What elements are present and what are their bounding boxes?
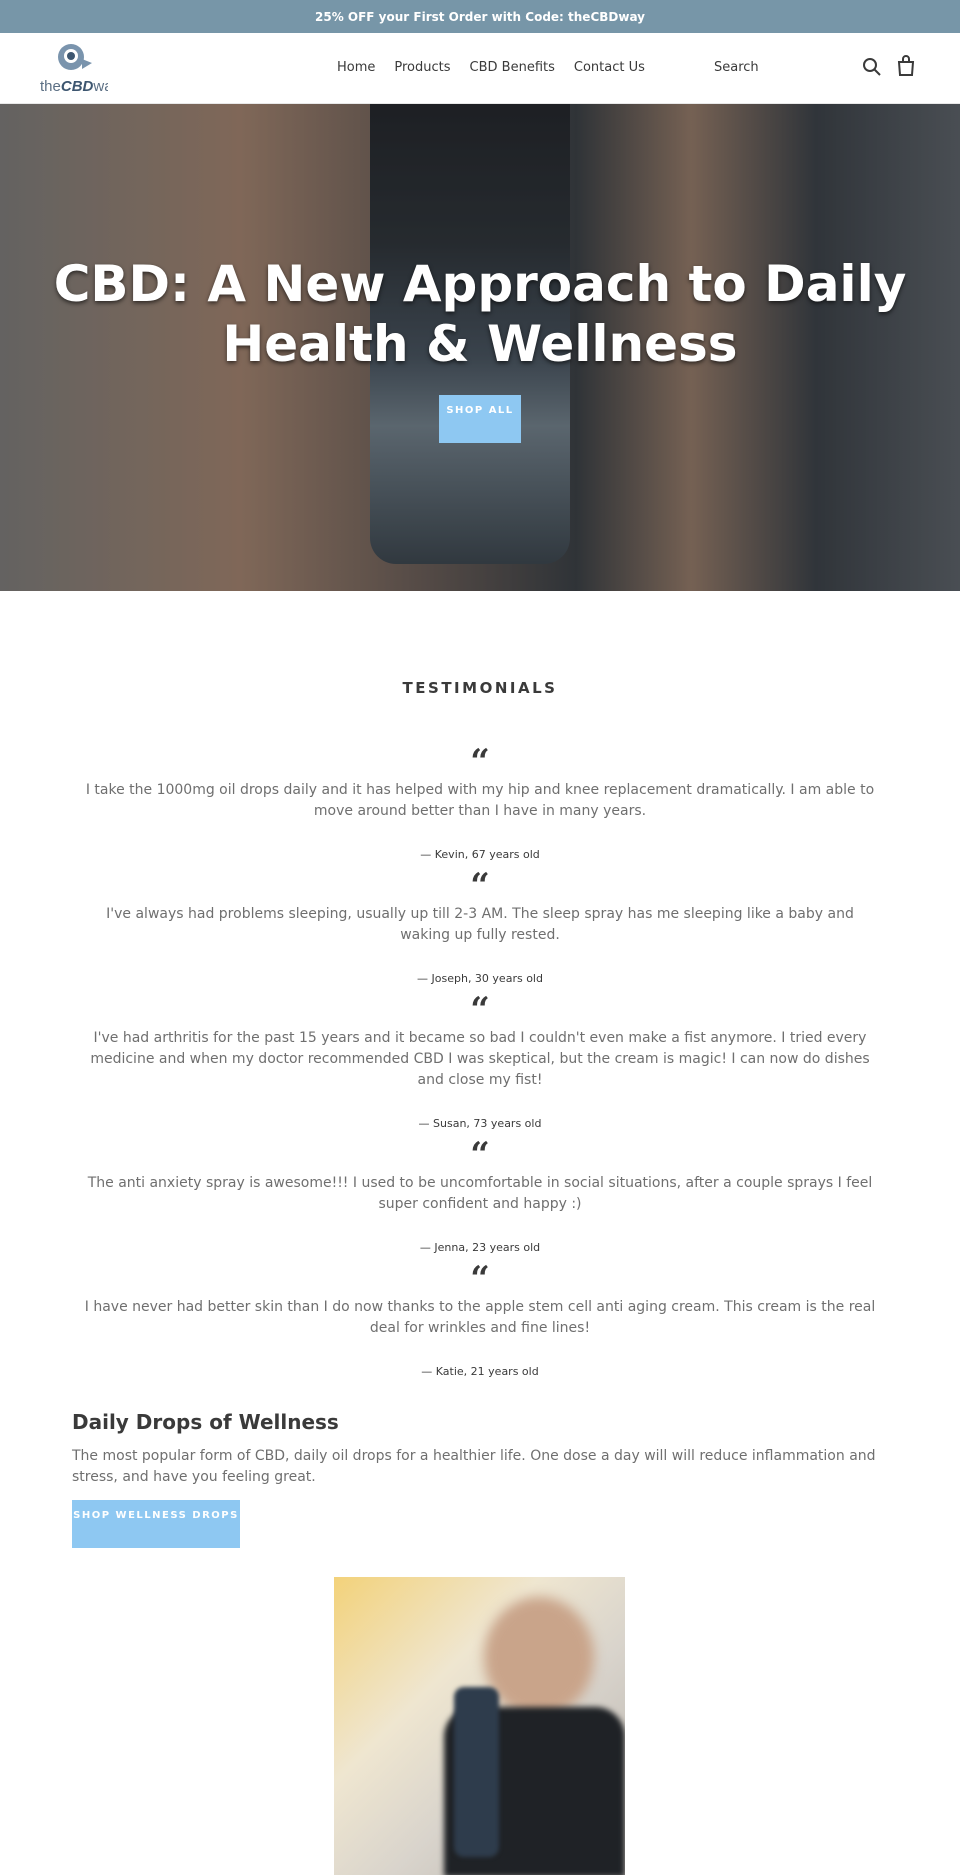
quote-icon: “ bbox=[470, 1259, 490, 1299]
hero-banner: CBD: A New Approach to Daily Health & We… bbox=[0, 104, 960, 591]
testimonial-text: I take the 1000mg oil drops daily and it… bbox=[85, 782, 875, 819]
testimonial-author: — Joseph, 30 years old bbox=[417, 972, 543, 985]
feature-title: Daily Drops of Wellness bbox=[72, 1410, 339, 1434]
announcement-bar: 25% OFF your First Order with Code: theC… bbox=[0, 0, 960, 33]
testimonial: “I have never had better skin than I do … bbox=[0, 1259, 960, 1383]
search-link[interactable]: Search bbox=[714, 60, 759, 75]
testimonial-text: The anti anxiety spray is awesome!!! I u… bbox=[87, 1175, 873, 1212]
shop-all-button[interactable]: SHOP ALL bbox=[439, 395, 521, 443]
logo[interactable]: theCBDway bbox=[38, 41, 108, 97]
svg-text:theCBDway: theCBDway bbox=[40, 78, 108, 95]
feature-section: Daily Drops of Wellness The most popular… bbox=[72, 1410, 882, 1548]
testimonial-text: I've always had problems sleeping, usual… bbox=[106, 906, 854, 943]
hero-title: CBD: A New Approach to Daily Health & We… bbox=[53, 255, 907, 373]
testimonials-section: TESTIMONIALS “I take the 1000mg oil drop… bbox=[0, 679, 960, 1383]
announcement-text: 25% OFF your First Order with Code: theC… bbox=[315, 9, 645, 24]
feature-image bbox=[334, 1577, 625, 1875]
testimonial-author: — Susan, 73 years old bbox=[418, 1117, 542, 1130]
testimonial-author: — Jenna, 23 years old bbox=[419, 1241, 541, 1254]
search-icon[interactable] bbox=[862, 57, 882, 77]
main-nav: Home Products CBD Benefits Contact Us bbox=[337, 60, 645, 75]
nav-contact-us[interactable]: Contact Us bbox=[574, 60, 645, 75]
quote-icon: “ bbox=[470, 742, 490, 782]
testimonial: “The anti anxiety spray is awesome!!! I … bbox=[0, 1135, 960, 1259]
testimonials-heading: TESTIMONIALS bbox=[402, 679, 558, 697]
site-header: theCBDway Home Products CBD Benefits Con… bbox=[0, 33, 960, 104]
nav-cbd-benefits[interactable]: CBD Benefits bbox=[470, 60, 555, 75]
testimonial: “I take the 1000mg oil drops daily and i… bbox=[0, 742, 960, 866]
testimonial-author: — Katie, 21 years old bbox=[421, 1365, 539, 1378]
testimonial: “I've always had problems sleeping, usua… bbox=[0, 866, 960, 990]
shop-wellness-drops-button[interactable]: SHOP WELLNESS DROPS bbox=[72, 1500, 240, 1548]
testimonial-text: I have never had better skin than I do n… bbox=[84, 1299, 876, 1336]
testimonial-author: — Kevin, 67 years old bbox=[420, 848, 540, 861]
nav-home[interactable]: Home bbox=[337, 60, 375, 75]
feature-text: The most popular form of CBD, daily oil … bbox=[72, 1448, 876, 1485]
cart-icon[interactable] bbox=[897, 55, 915, 77]
quote-icon: “ bbox=[470, 990, 490, 1030]
testimonial: “I've had arthritis for the past 15 year… bbox=[0, 990, 960, 1135]
quote-icon: “ bbox=[470, 1135, 490, 1175]
nav-products[interactable]: Products bbox=[394, 60, 450, 75]
testimonial-text: I've had arthritis for the past 15 years… bbox=[90, 1030, 870, 1088]
quote-icon: “ bbox=[470, 866, 490, 906]
